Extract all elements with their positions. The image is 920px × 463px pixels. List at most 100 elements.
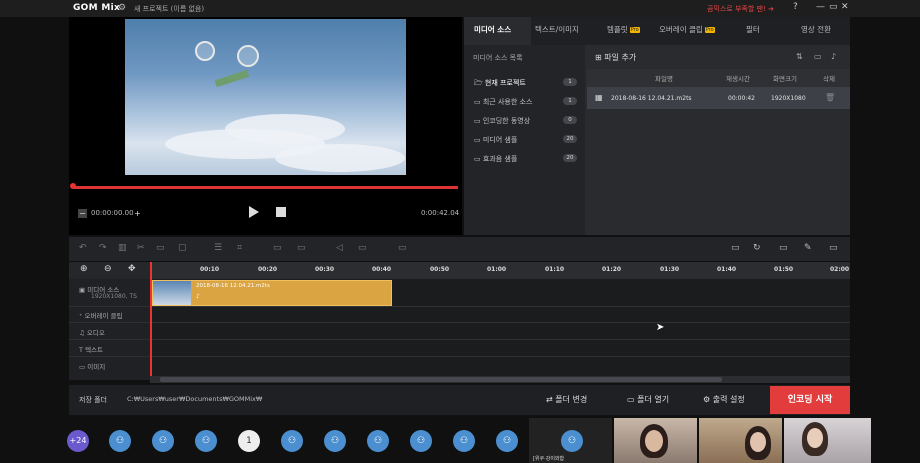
file-resolution: 1920X1080 <box>771 95 806 102</box>
close-button[interactable]: ✕ <box>841 2 849 12</box>
trash-icon[interactable]: 🗑 <box>825 93 835 102</box>
settings-gear-icon[interactable]: ⚙ <box>118 3 126 13</box>
help-button[interactable]: ? <box>793 2 798 12</box>
output-settings-label: 출력 설정 <box>712 395 745 404</box>
track-overlay: ⁺ 오버레이 클립 <box>79 310 122 320</box>
promo-link[interactable]: 곰믹스로 부족할 땐! ➔ <box>707 4 774 14</box>
minimize-button[interactable]: — <box>816 2 825 12</box>
snapshot-icon[interactable]: ▭ <box>398 243 407 253</box>
source-label: 현재 프로젝트 <box>484 79 526 87</box>
clip-thumbnail <box>153 281 191 305</box>
start-encoding-button[interactable]: 인코딩 시작 <box>770 386 850 414</box>
participant-avatar: ⚇ <box>281 430 303 452</box>
source-label: 최근 사용한 소스 <box>482 98 533 106</box>
insert-icon[interactable]: ▭ <box>731 243 740 253</box>
film-icon: ▦ <box>595 93 603 102</box>
tab-filter[interactable]: 필터 <box>746 24 760 35</box>
open-folder-button[interactable]: ▭ 폴더 열기 <box>627 394 669 405</box>
participant-video <box>699 418 782 463</box>
delete-icon[interactable]: ▥ <box>118 243 127 253</box>
source-item-recent[interactable]: ▭ 최근 사용한 소스 <box>474 97 532 107</box>
tab-text-image[interactable]: 텍스트/이미지 <box>535 24 579 35</box>
change-folder-button[interactable]: ⇄ 폴더 변경 <box>546 394 587 405</box>
participant-avatar: ⚇ <box>152 430 174 452</box>
video-frame <box>125 19 406 175</box>
count-badge: 20 <box>563 135 577 143</box>
audio-split-icon[interactable]: ▭ <box>358 243 367 253</box>
source-item-sfx-samples[interactable]: ▭ 효과음 샘플 <box>474 154 517 164</box>
add-file-icon: ⊞ <box>595 53 602 62</box>
crop-icon[interactable]: ▢ <box>178 243 187 253</box>
sort-icon[interactable]: ⇅ <box>796 52 803 61</box>
source-item-encoded[interactable]: ▭ 인코딩한 동영상 <box>474 116 530 126</box>
tab-transition[interactable]: 영상 전환 <box>801 24 831 35</box>
source-label: 효과음 샘플 <box>482 155 518 163</box>
file-name: 2018-08-16 12.04.21.m2ts <box>611 95 692 102</box>
source-item-current-project[interactable]: 🗁 현재 프로젝트 <box>474 78 526 90</box>
music-icon: ♫ <box>79 329 85 337</box>
export-icon[interactable]: ▭ <box>829 243 838 253</box>
rotate-icon[interactable]: ⌗ <box>237 243 242 253</box>
folder-icon: ▭ <box>474 136 481 144</box>
output-settings-button[interactable]: ⚙ 출력 설정 <box>703 394 745 405</box>
edit-icon[interactable]: ✎ <box>804 243 812 253</box>
col-resolution[interactable]: 화면크기 <box>773 73 797 83</box>
add-file-button[interactable]: ⊞ 파일 추가 <box>595 52 636 63</box>
ruler-tick: 01:50 <box>774 266 794 273</box>
ruler-tick: 00:10 <box>200 266 220 273</box>
folder-icon: ▭ <box>474 98 481 106</box>
count-badge: 1 <box>563 97 577 105</box>
undo-icon[interactable]: ↶ <box>79 243 87 253</box>
minus-button[interactable]: − <box>78 209 87 218</box>
tab-template[interactable]: 템플릿 Pro <box>607 24 640 35</box>
play-icon[interactable] <box>249 206 259 218</box>
redo-icon[interactable]: ↷ <box>99 243 107 253</box>
clip-audio-icon: ♪ <box>196 293 200 300</box>
more-participants-badge[interactable]: +24 <box>67 430 89 452</box>
mouse-cursor-icon: ➤ <box>656 322 665 333</box>
source-label: 인코딩한 동영상 <box>482 117 531 125</box>
view-icon[interactable]: ▭ <box>814 52 822 61</box>
project-title: 새 프로젝트 (이름 없음) <box>134 5 205 13</box>
audio-icon[interactable]: ♪ <box>831 52 836 61</box>
zoom-in-icon[interactable]: ⊕ <box>80 264 88 274</box>
adjust-icon[interactable]: ☰ <box>214 243 222 253</box>
ruler-tick: 01:10 <box>545 266 565 273</box>
tab-overlay-clip[interactable]: 오버레이 클립 Pro <box>659 24 715 35</box>
ruler-tick: 01:00 <box>487 266 507 273</box>
participant-video <box>614 418 697 463</box>
text-icon: T <box>79 346 83 354</box>
participant-avatar: ⚇ <box>324 430 346 452</box>
participant-avatar: ⚇ <box>195 430 217 452</box>
film-icon: ▣ <box>79 286 86 294</box>
change-folder-label: 폴더 변경 <box>555 395 588 404</box>
zoom-out-icon[interactable]: ⊖ <box>104 264 112 274</box>
col-filename[interactable]: 파일명 <box>655 73 673 83</box>
ruler-tick: 01:30 <box>660 266 680 273</box>
track-overlay-label: 오버레이 클립 <box>84 312 123 320</box>
reverse-icon[interactable]: ▭ <box>297 243 306 253</box>
fit-icon[interactable]: ✥ <box>128 264 136 274</box>
cut-icon[interactable]: ✂ <box>137 243 145 253</box>
plus-button[interactable]: + <box>133 209 142 218</box>
speed-icon[interactable]: ▭ <box>273 243 282 253</box>
volume-icon[interactable]: ◁ <box>336 243 343 253</box>
count-badge: 20 <box>563 154 577 162</box>
maximize-button[interactable]: ▭ <box>829 2 838 12</box>
scrollbar-thumb[interactable] <box>160 377 722 382</box>
duration-timecode: 0:00:42.04 <box>421 209 460 217</box>
split-icon[interactable]: ▭ <box>156 243 165 253</box>
preview-seek-bar[interactable] <box>72 186 458 189</box>
tab-media-source[interactable]: 미디어 소스 <box>474 24 511 35</box>
col-delete: 삭제 <box>823 75 835 83</box>
save-icon[interactable]: ▭ <box>779 243 788 253</box>
timeline-playhead[interactable] <box>150 262 152 380</box>
save-path: C:₩Users₩user₩Documents₩GOMMix₩ <box>127 395 263 403</box>
source-item-media-samples[interactable]: ▭ 미디어 샘플 <box>474 135 517 145</box>
source-label: 미디어 샘플 <box>482 136 518 144</box>
loop-icon[interactable]: ↻ <box>753 243 761 253</box>
video-folder-icon: ▭ <box>474 117 481 125</box>
stop-icon[interactable] <box>276 207 286 217</box>
col-duration[interactable]: 재생시간 <box>726 73 750 83</box>
tab-overlay-label: 오버레이 클립 <box>659 25 703 34</box>
